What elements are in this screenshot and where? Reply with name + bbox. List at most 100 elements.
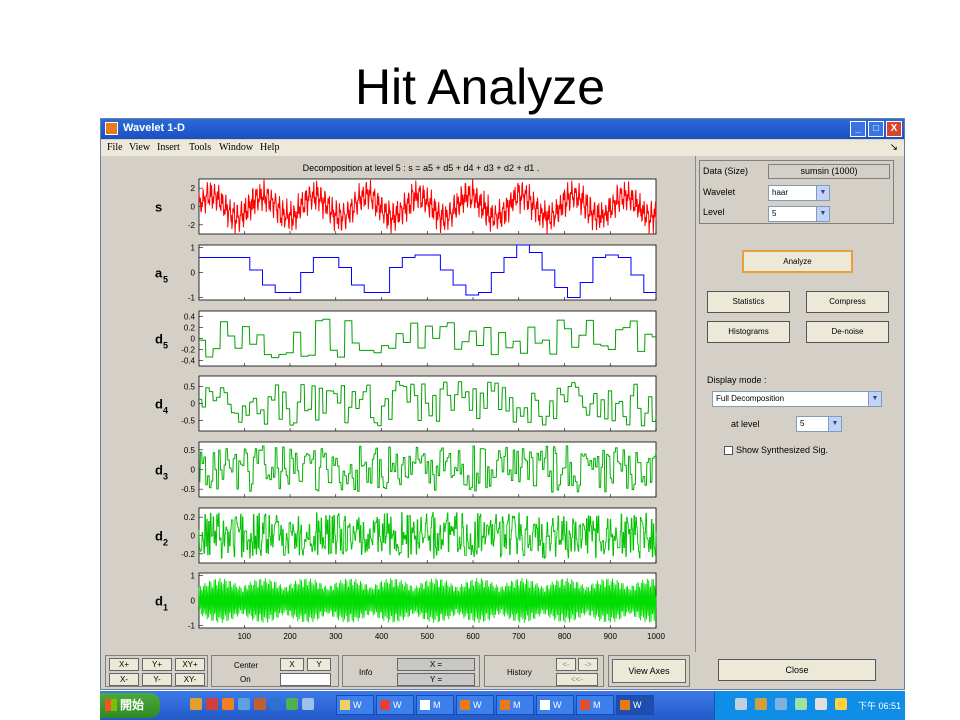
start-button[interactable]: 開始 xyxy=(100,693,160,718)
quicklaunch-icon[interactable] xyxy=(254,698,266,710)
y-tick-label: -0.2 xyxy=(181,346,195,355)
window-titlebar[interactable]: Wavelet 1-D _ □ X xyxy=(101,119,904,139)
decomposition-plot-area: Decomposition at level 5 : s = a5 + d5 +… xyxy=(103,156,690,652)
window-title: Wavelet 1-D xyxy=(123,122,185,134)
quicklaunch-icon[interactable] xyxy=(270,698,282,710)
y-tick-label: 0.2 xyxy=(184,513,196,522)
statistics-button[interactable]: Statistics xyxy=(707,291,790,313)
panel-label-sub: 1 xyxy=(163,603,168,613)
y-tick-label: 0.5 xyxy=(184,446,196,455)
dock-arrow-icon[interactable]: ↘ xyxy=(890,142,898,153)
axes-frame xyxy=(198,310,657,367)
start-label: 開始 xyxy=(120,698,145,712)
taskbar-item[interactable]: M xyxy=(496,695,534,715)
y-tick-label: 0.4 xyxy=(184,313,196,322)
at-level-value: 5 xyxy=(800,419,805,428)
x-tick-label: 100 xyxy=(238,632,252,641)
taskbar-item-active[interactable]: W xyxy=(616,695,654,715)
panel-label: d xyxy=(155,463,163,478)
quicklaunch-icon[interactable] xyxy=(222,698,234,710)
quicklaunch-icon[interactable] xyxy=(206,698,218,710)
x-tick-label: 400 xyxy=(375,632,389,641)
zoom-x-minus-button[interactable]: X- xyxy=(109,673,139,686)
taskbar-item[interactable]: M xyxy=(576,695,614,715)
zoom-x-plus-button[interactable]: X+ xyxy=(109,658,139,671)
quicklaunch-icon[interactable] xyxy=(190,698,202,710)
history-forward-button[interactable]: -> xyxy=(578,658,598,671)
pen-icon[interactable] xyxy=(755,698,767,710)
taskbar-item[interactable]: M xyxy=(416,695,454,715)
taskbar-item[interactable]: W xyxy=(536,695,574,715)
menu-file[interactable]: File xyxy=(107,142,123,153)
show-synthesized-checkbox[interactable] xyxy=(724,446,733,455)
control-panel: Data (Size) sumsin (1000) Wavelet haar ▼… xyxy=(695,156,902,652)
menu-window[interactable]: Window xyxy=(219,142,253,153)
denoise-button[interactable]: De-noise xyxy=(806,321,889,343)
network-icon[interactable] xyxy=(775,698,787,710)
menu-view[interactable]: View xyxy=(129,142,150,153)
info-label: Info xyxy=(359,668,373,677)
analyze-button[interactable]: Analyze xyxy=(742,250,853,273)
matlab-icon xyxy=(620,700,630,710)
tray-icon[interactable] xyxy=(795,698,807,710)
show-synthesized-label: Show Synthesized Sig. xyxy=(736,445,829,455)
compress-button[interactable]: Compress xyxy=(806,291,889,313)
taskbar: 開始 W W M W M W M W 下午 06:51 xyxy=(100,691,905,720)
menu-insert[interactable]: Insert xyxy=(157,142,180,153)
view-axes-button[interactable]: View Axes xyxy=(612,659,686,683)
level-select[interactable]: 5 ▼ xyxy=(768,206,830,222)
zoom-y-minus-button[interactable]: Y- xyxy=(142,673,172,686)
minimize-button[interactable]: _ xyxy=(850,121,866,137)
history-label: History xyxy=(507,668,532,677)
panel-label: d xyxy=(155,332,163,347)
menu-tools[interactable]: Tools xyxy=(189,142,211,153)
y-tick-label: 0 xyxy=(191,269,196,278)
at-level-label: at level xyxy=(731,419,760,429)
quicklaunch-icon[interactable] xyxy=(238,698,250,710)
center-y-button[interactable]: Y xyxy=(307,658,331,671)
chevron-down-icon[interactable]: ▼ xyxy=(816,186,829,200)
chevron-down-icon[interactable]: ▼ xyxy=(868,392,881,406)
tray-icon[interactable] xyxy=(835,698,847,710)
at-level-select[interactable]: 5 ▼ xyxy=(796,416,842,432)
maximize-button[interactable]: □ xyxy=(868,121,884,137)
zoom-xy-minus-button[interactable]: XY- xyxy=(175,673,205,686)
panel-label-sub: 2 xyxy=(163,538,168,548)
x-tick-label: 800 xyxy=(558,632,572,641)
display-mode-value: Full Decomposition xyxy=(716,394,785,403)
close-button[interactable]: Close xyxy=(718,659,876,681)
pdf-icon xyxy=(380,700,390,710)
history-back-button[interactable]: <- xyxy=(556,658,576,671)
center-x-button[interactable]: X xyxy=(280,658,304,671)
chevron-down-icon[interactable]: ▼ xyxy=(816,207,829,221)
histograms-button[interactable]: Histograms xyxy=(707,321,790,343)
quicklaunch-icon[interactable] xyxy=(302,698,314,710)
panel-label: d xyxy=(155,594,163,609)
zoom-y-plus-button[interactable]: Y+ xyxy=(142,658,172,671)
taskbar-item[interactable]: W xyxy=(336,695,374,715)
menu-help[interactable]: Help xyxy=(260,142,279,153)
info-group: Info X = Y = xyxy=(342,655,480,687)
history-start-button[interactable]: <<- xyxy=(556,673,598,686)
center-on-field[interactable] xyxy=(280,673,331,686)
slide-title: Hit Analyze xyxy=(354,59,606,115)
chevron-down-icon[interactable]: ▼ xyxy=(828,417,841,431)
volume-icon[interactable] xyxy=(815,698,827,710)
y-tick-label: -1 xyxy=(188,622,196,631)
display-mode-select[interactable]: Full Decomposition ▼ xyxy=(712,391,882,407)
taskbar-item[interactable]: W xyxy=(456,695,494,715)
y-tick-label: 2 xyxy=(191,184,196,193)
panel-label-sub: 4 xyxy=(163,406,168,416)
y-tick-label: -2 xyxy=(188,221,196,230)
y-tick-label: -0.5 xyxy=(181,417,195,426)
close-window-button[interactable]: X xyxy=(886,121,902,137)
system-tray: 下午 06:51 xyxy=(714,691,905,720)
zoom-xy-plus-button[interactable]: XY+ xyxy=(175,658,205,671)
wavelet-select[interactable]: haar ▼ xyxy=(768,185,830,201)
taskbar-item[interactable]: W xyxy=(376,695,414,715)
quicklaunch-icon[interactable] xyxy=(286,698,298,710)
keyboard-icon[interactable] xyxy=(735,698,747,710)
y-tick-label: 0 xyxy=(191,532,196,541)
clock: 下午 06:51 xyxy=(857,701,901,711)
plot-title: Decomposition at level 5 : s = a5 + d5 +… xyxy=(303,163,540,173)
